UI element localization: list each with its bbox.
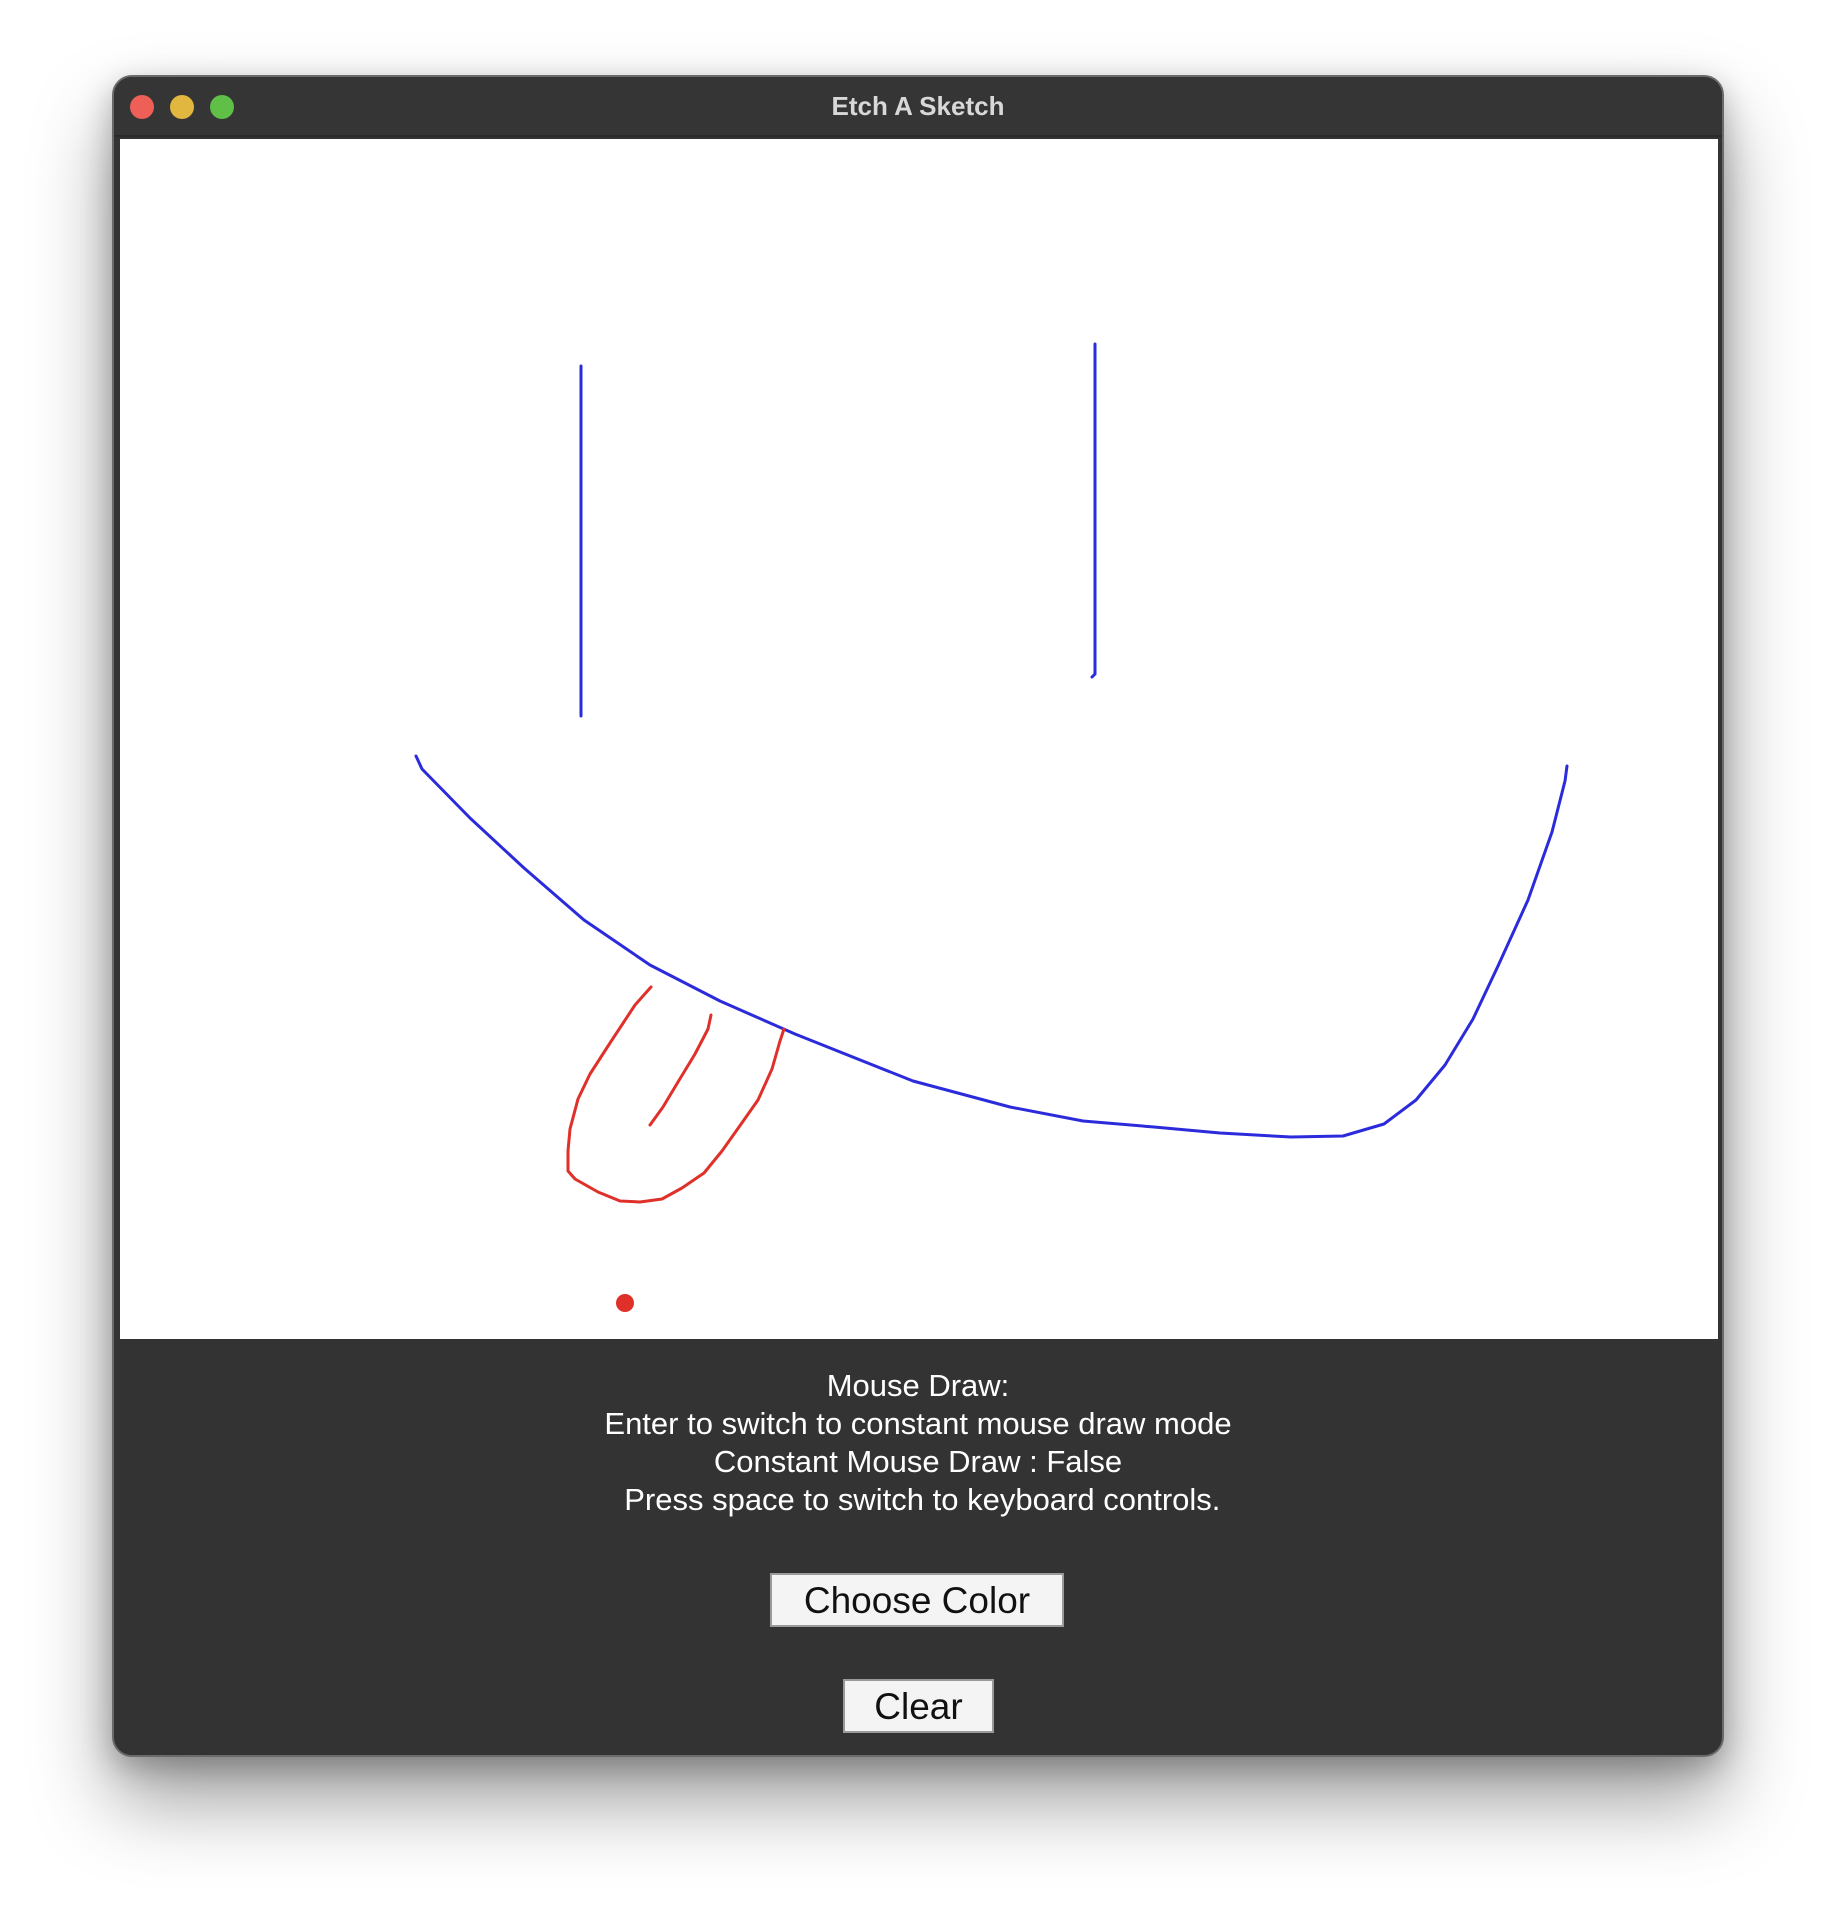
title-bar[interactable]: Etch A Sketch	[114, 77, 1722, 137]
choose-color-button[interactable]: Choose Color	[770, 1573, 1064, 1627]
red-stroke-tongue-inner	[648, 1013, 713, 1127]
instructions-panel: Mouse Draw: Enter to switch to constant …	[114, 1367, 1722, 1519]
constant-draw-status: Constant Mouse Draw : False	[713, 1444, 1123, 1479]
blue-stroke-right-eye	[1090, 342, 1097, 679]
drawing-canvas[interactable]	[120, 139, 1718, 1339]
window-title: Etch A Sketch	[831, 91, 1005, 121]
red-stroke-tongue-outer	[566, 985, 786, 1204]
enter-instruction: Enter to switch to constant mouse draw m…	[604, 1406, 1232, 1441]
clear-button[interactable]: Clear	[843, 1679, 994, 1733]
sketch-drawing	[414, 342, 1569, 1312]
mode-heading: Mouse Draw:	[826, 1368, 1010, 1403]
red-cursor-dot	[616, 1294, 634, 1312]
app-window: Etch A Sketch Mouse Draw: Enter to switc…	[112, 75, 1724, 1757]
space-instruction: Press space to switch to keyboard contro…	[615, 1482, 1221, 1517]
